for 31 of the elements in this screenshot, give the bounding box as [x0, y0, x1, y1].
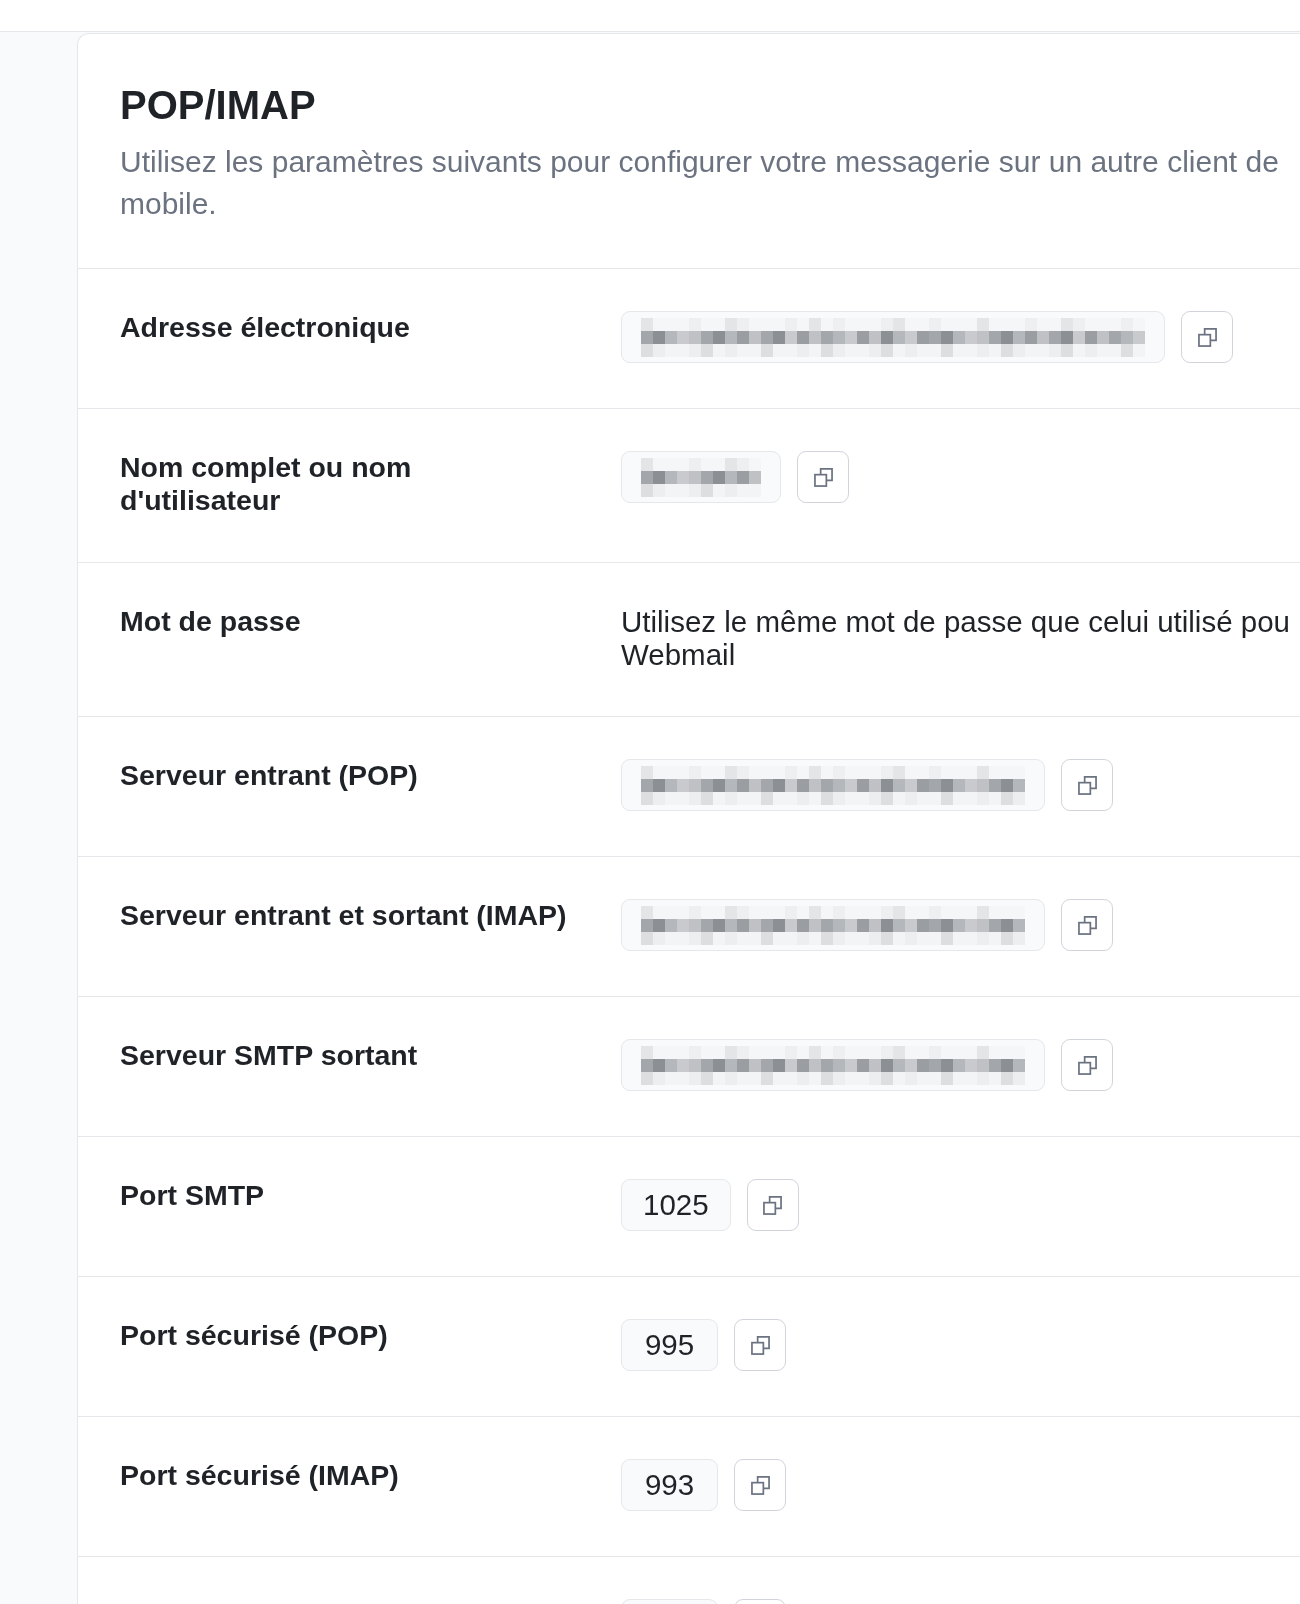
- copy-icon: [1077, 775, 1097, 795]
- card-title: POP/IMAP: [120, 82, 316, 129]
- copy-icon: [750, 1475, 770, 1495]
- description-text: Utilisez les paramètres suivants pour configurer votre messagerie sur un autre client de mobile.: [120, 144, 1279, 222]
- field-label: Mot de passe: [120, 605, 301, 637]
- field-label: Adresse électronique: [120, 311, 410, 343]
- value-field: 993: [621, 1459, 718, 1511]
- copy-icon: [1077, 915, 1097, 935]
- copy-button[interactable]: [734, 1459, 786, 1511]
- field-label: Serveur SMTP sortant: [120, 1039, 418, 1071]
- copy-icon: [750, 1335, 770, 1355]
- value-field: 995: [621, 1319, 718, 1371]
- field-label: Port sécurisé (IMAP): [120, 1459, 399, 1491]
- field-label: Port sécurisé (POP): [120, 1319, 388, 1351]
- copy-button[interactable]: [1181, 311, 1233, 363]
- password-note: Utilisez le même mot de passe que celui utilisé pou Webmail: [621, 605, 1290, 671]
- value-field: 1025: [621, 1179, 731, 1231]
- copy-icon: [763, 1195, 783, 1215]
- copy-icon: [1197, 327, 1217, 347]
- copy-button[interactable]: [797, 451, 849, 503]
- field-label: Nom complet ou nom d'utilisateur: [120, 451, 412, 516]
- copy-icon: [1077, 1055, 1097, 1075]
- field-label: Serveur entrant (POP): [120, 759, 418, 791]
- copy-button[interactable]: [1061, 1039, 1113, 1091]
- copy-button[interactable]: [746, 1179, 799, 1231]
- copy-button[interactable]: [734, 1319, 786, 1371]
- field-label: Port SMTP: [120, 1179, 265, 1211]
- field-label: Serveur entrant et sortant (IMAP): [120, 899, 567, 931]
- copy-button[interactable]: [1061, 759, 1113, 811]
- copy-button[interactable]: [1061, 899, 1113, 951]
- copy-icon: [813, 467, 833, 487]
